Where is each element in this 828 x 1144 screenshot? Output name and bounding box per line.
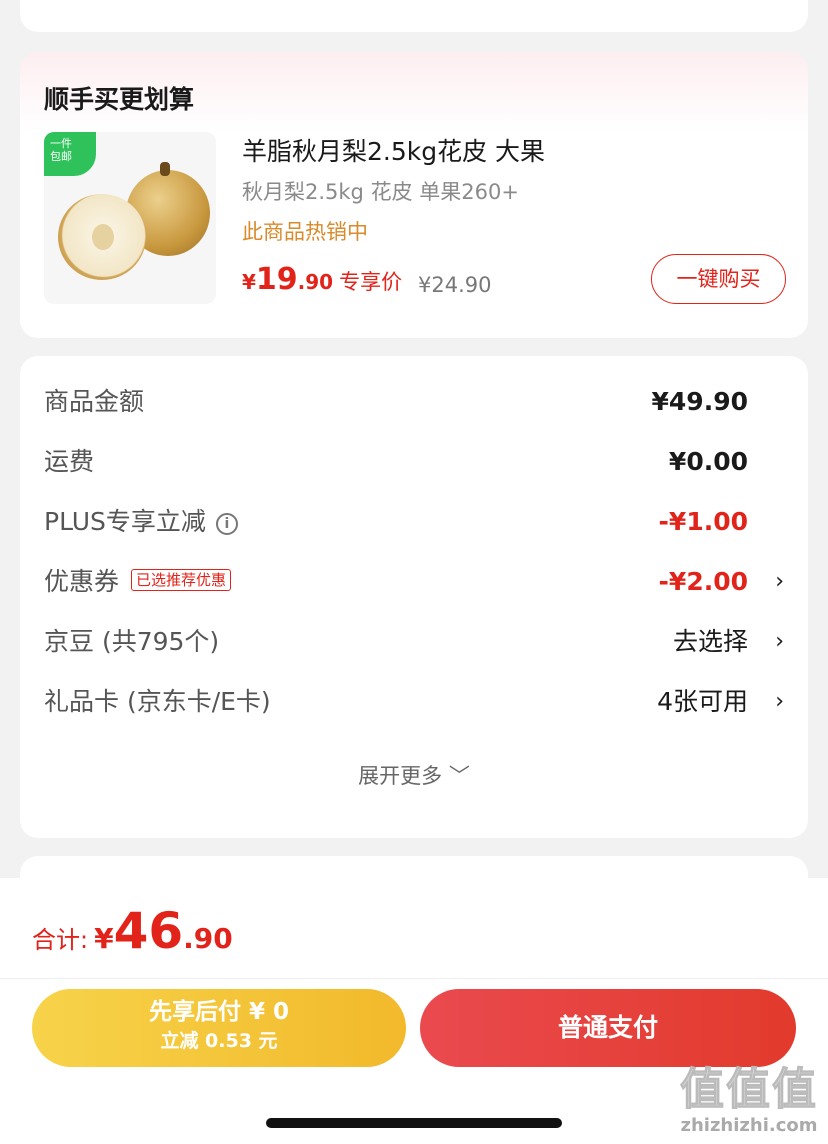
watermark-text: 值值值 bbox=[680, 1064, 818, 1115]
total-label: 合计: bbox=[32, 926, 89, 954]
row-value: -¥2.00 bbox=[658, 567, 748, 596]
total-price: 合计: ¥46.90 bbox=[32, 902, 233, 960]
row-value: ¥0.00 bbox=[668, 447, 748, 476]
previous-card bbox=[20, 0, 808, 32]
row-label-wrap: 优惠券 已选推荐优惠 bbox=[44, 562, 232, 602]
product-spec: 秋月梨2.5kg 花皮 单果260+ bbox=[242, 180, 519, 204]
exclusive-price: ¥19.90 专享价 bbox=[242, 262, 402, 297]
product-image[interactable]: 一件 包邮 bbox=[44, 132, 216, 304]
order-summary-card: 商品金额 ¥49.90 运费 ¥0.00 PLUS专享立减 i -¥1.00 优惠… bbox=[20, 356, 808, 838]
chevron-right-icon: › bbox=[775, 629, 784, 654]
ship-tag-line2: 包邮 bbox=[50, 150, 72, 163]
row-goods-amount: 商品金额 ¥49.90 bbox=[44, 382, 784, 422]
row-label: 运费 bbox=[44, 447, 95, 476]
total-dec: .90 bbox=[183, 922, 233, 955]
price-label: 专享价 bbox=[339, 270, 403, 294]
pay-later-title: 先享后付 ¥ 0 bbox=[148, 999, 290, 1025]
chevron-right-icon: › bbox=[775, 689, 784, 714]
watermark-url: zhizhizhi.com bbox=[680, 1115, 818, 1136]
row-shipping: 运费 ¥0.00 bbox=[44, 442, 784, 482]
home-indicator[interactable] bbox=[266, 1118, 562, 1128]
row-value: -¥1.00 bbox=[658, 507, 748, 536]
ship-tag-line1: 一件 bbox=[50, 137, 72, 150]
row-value: 4张可用 bbox=[657, 687, 748, 716]
total-int: 46 bbox=[113, 902, 184, 960]
free-shipping-badge: 一件 包邮 bbox=[44, 132, 96, 176]
section-title: 顺手买更划算 bbox=[44, 85, 195, 114]
price-int: 19 bbox=[255, 262, 298, 297]
bundle-card: 顺手买更划算 一件 包邮 羊脂秋月梨2.5kg花皮 大果 秋月梨2.5kg 花皮… bbox=[20, 52, 808, 338]
normal-pay-button[interactable]: 普通支付 bbox=[420, 989, 796, 1067]
row-value: 去选择 bbox=[672, 627, 748, 656]
coupon-tag: 已选推荐优惠 bbox=[131, 569, 232, 591]
hot-selling-label: 此商品热销中 bbox=[242, 220, 368, 244]
row-gift-card[interactable]: 礼品卡 (京东卡/E卡) 4张可用 › bbox=[44, 682, 784, 722]
price-dec: .90 bbox=[297, 270, 334, 294]
expand-more-button[interactable]: 展开更多 ﹀ bbox=[20, 760, 808, 790]
price-symbol: ¥ bbox=[242, 270, 256, 294]
pear-half-image bbox=[58, 194, 146, 280]
watermark-logo: 值值值 zhizhizhi.com bbox=[680, 1064, 818, 1136]
pay-later-discount: 立减 0.53 元 bbox=[160, 1030, 278, 1052]
row-label: 商品金额 bbox=[44, 387, 145, 416]
row-value: ¥49.90 bbox=[651, 387, 748, 416]
row-plus-discount: PLUS专享立减 i -¥1.00 bbox=[44, 502, 784, 542]
row-label: PLUS专享立减 bbox=[44, 507, 206, 536]
chevron-right-icon: › bbox=[775, 569, 784, 594]
row-label-wrap: PLUS专享立减 i bbox=[44, 502, 238, 542]
row-label: 礼品卡 (京东卡/E卡) bbox=[44, 687, 271, 716]
row-coupon[interactable]: 优惠券 已选推荐优惠 -¥2.00 › bbox=[44, 562, 784, 602]
original-price: ¥24.90 bbox=[418, 273, 492, 297]
one-click-buy-button[interactable]: 一键购买 bbox=[651, 254, 786, 304]
divider bbox=[0, 978, 828, 979]
product-name[interactable]: 羊脂秋月梨2.5kg花皮 大果 bbox=[242, 132, 545, 168]
total-symbol: ¥ bbox=[94, 922, 114, 955]
pay-later-button[interactable]: 先享后付 ¥ 0 立减 0.53 元 bbox=[32, 989, 406, 1067]
row-jingdou[interactable]: 京豆 (共795个) 去选择 › bbox=[44, 622, 784, 662]
row-label: 优惠券 bbox=[44, 567, 120, 596]
row-label: 京豆 (共795个) bbox=[44, 627, 220, 656]
info-icon[interactable]: i bbox=[215, 513, 238, 535]
